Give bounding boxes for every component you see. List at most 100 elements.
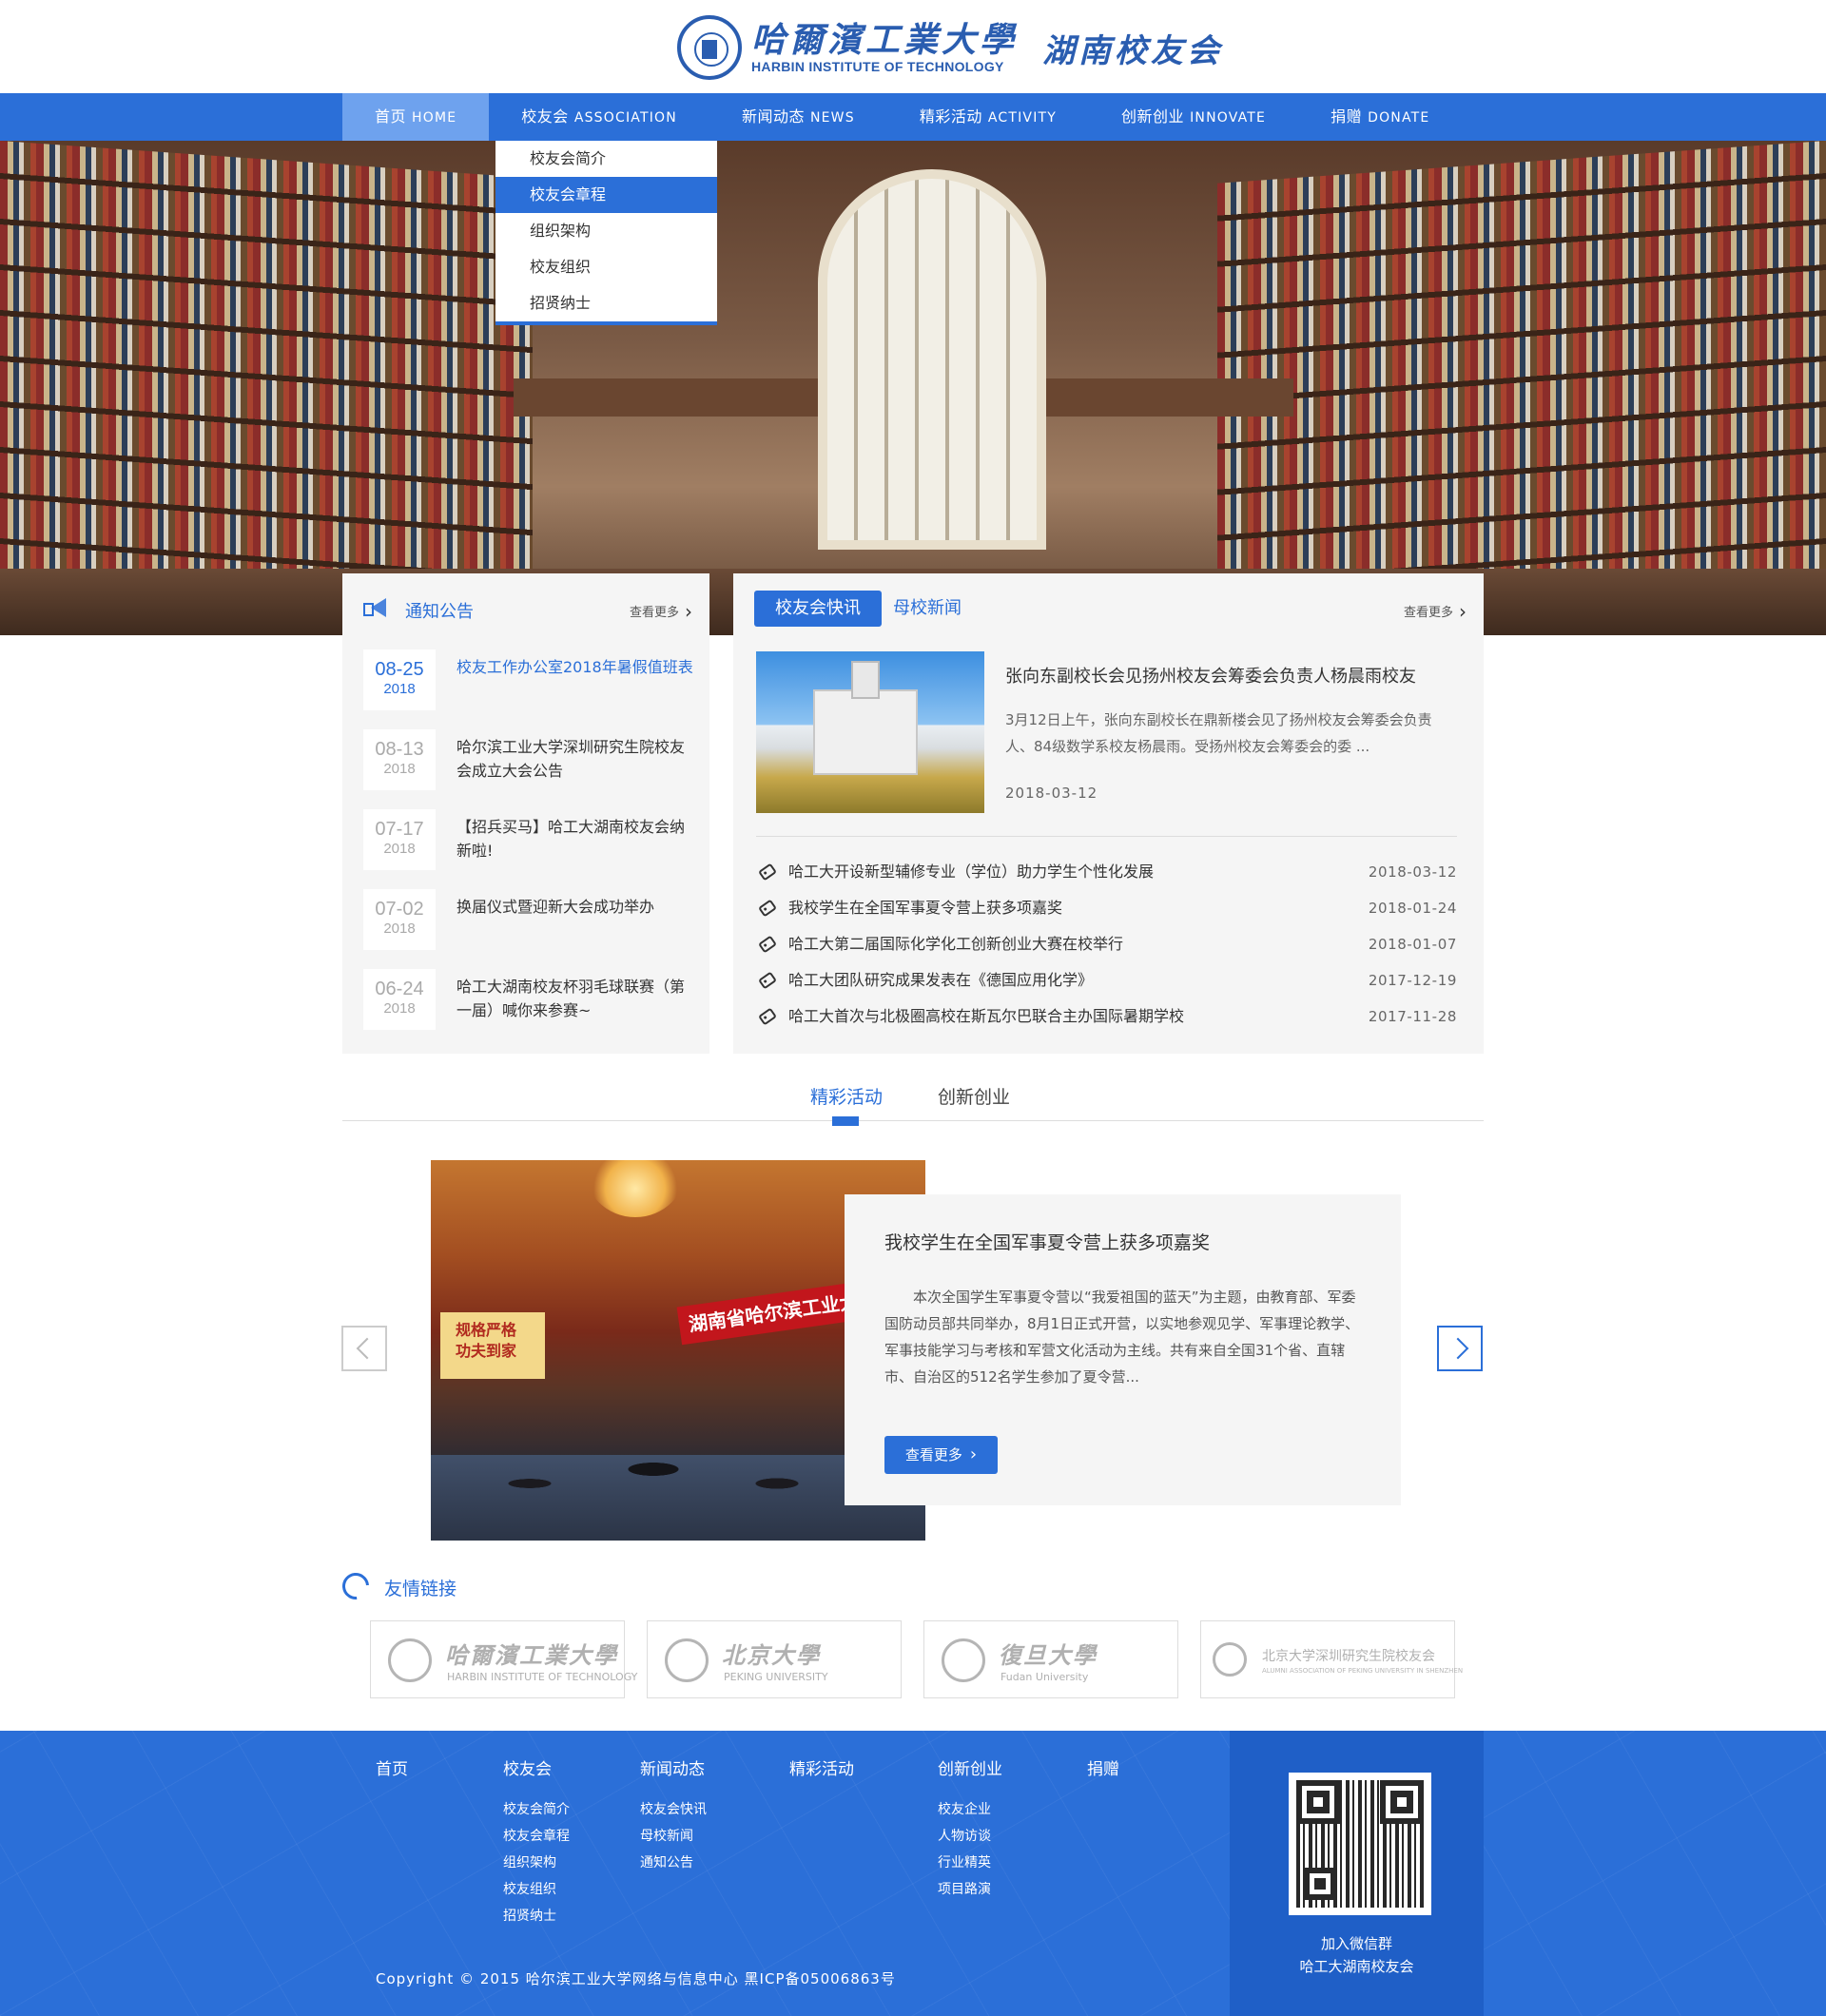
footer-link[interactable]: 校友会简介 [503, 1796, 570, 1823]
activity-desc: 本次全国学生军事夏令营以“我爱祖国的蓝天”为主题，由教育部、军委国防动员部共同举… [884, 1289, 1360, 1386]
news-list-title[interactable]: 哈工大第二届国际化学化工创新创业大赛在校举行 [788, 935, 1123, 953]
dropdown-item-recruit[interactable]: 招贤纳士 [495, 285, 717, 321]
notice-item[interactable]: 07-17 2018 【招兵买马】哈工大湖南校友会纳新啦! [363, 809, 696, 870]
footer-link[interactable]: 校友会快讯 [640, 1796, 707, 1823]
footer-link[interactable]: 项目路演 [938, 1876, 1002, 1903]
tag-icon [758, 935, 777, 954]
footer-head[interactable]: 首页 [376, 1755, 408, 1779]
news-list-title[interactable]: 哈工大开设新型辅修专业（学位）助力学生个性化发展 [788, 863, 1154, 881]
tab-innovate[interactable]: 创新创业 [938, 1083, 1010, 1109]
news-list-title[interactable]: 哈工大首次与北极圈高校在斯瓦尔巴联合主办国际暑期学校 [788, 1007, 1184, 1025]
tab-alumni-news[interactable]: 校友会快讯 [754, 591, 882, 627]
tab-activity[interactable]: 精彩活动 [810, 1083, 883, 1109]
footer-link[interactable]: 通知公告 [640, 1850, 707, 1876]
paperclip-icon [337, 1567, 375, 1605]
nav-label: 捐赠 [1331, 107, 1363, 126]
footer-link[interactable]: 人物访谈 [938, 1823, 1002, 1850]
megaphone-icon [363, 598, 388, 617]
notice-more-link[interactable]: 查看更多 [630, 600, 692, 623]
link-sub: ALUMNI ASSOCIATION OF PEKING UNIVERSITY … [1262, 1667, 1464, 1675]
tag-icon [758, 863, 777, 882]
link-pku-shenzhen[interactable]: 北京大学深圳研究生院校友会 ALUMNI ASSOCIATION OF PEKI… [1200, 1620, 1463, 1698]
notice-date: 07-02 2018 [363, 889, 436, 950]
nav-donate[interactable]: 捐赠 DONATE [1298, 93, 1462, 141]
nav-news[interactable]: 新闻动态 NEWS [709, 93, 887, 141]
news-list-item[interactable]: 我校学生在全国军事夏令营上获多项嘉奖 2018-01-24 [756, 890, 1457, 926]
nav-label-en: HOME [412, 110, 457, 126]
notice-date: 08-13 2018 [363, 729, 436, 790]
dropdown-item-charter[interactable]: 校友会章程 [495, 177, 717, 213]
school-name-en: HARBIN INSTITUTE OF TECHNOLOGY [751, 59, 1004, 74]
dropdown-item-intro[interactable]: 校友会简介 [495, 141, 717, 177]
link-name: 哈爾濱工業大學 [445, 1641, 618, 1669]
activity-more-button[interactable]: 查看更多 [884, 1436, 998, 1474]
link-sub: HARBIN INSTITUTE OF TECHNOLOGY [447, 1671, 638, 1683]
footer-col-association: 校友会 校友会简介 校友会章程 组织架构 校友组织 招贤纳士 [503, 1755, 570, 1929]
activity-title[interactable]: 我校学生在全国军事夏令营上获多项嘉奖 [884, 1229, 1210, 1254]
link-name: 北京大學 [722, 1641, 821, 1669]
bookshelf-left [0, 141, 533, 635]
carousel-next-button[interactable] [1437, 1326, 1483, 1371]
notice-text[interactable]: 哈尔滨工业大学深圳研究生院校友会成立大会公告 [456, 735, 694, 783]
news-list-item[interactable]: 哈工大开设新型辅修专业（学位）助力学生个性化发展 2018-03-12 [756, 854, 1457, 890]
notice-text[interactable]: 校友工作办公室2018年暑假值班表 [456, 655, 694, 679]
notice-item[interactable]: 07-02 2018 换届仪式暨迎新大会成功举办 [363, 889, 696, 950]
news-list-title[interactable]: 哈工大团队研究成果发表在《德国应用化学》 [788, 971, 1093, 989]
dropdown-item-organizations[interactable]: 校友组织 [495, 249, 717, 285]
hero-banner-image [0, 141, 1826, 635]
notice-item[interactable]: 08-25 2018 校友工作办公室2018年暑假值班表 [363, 649, 696, 710]
news-list-title[interactable]: 我校学生在全国军事夏令营上获多项嘉奖 [788, 899, 1062, 917]
footer-link[interactable]: 招贤纳士 [503, 1903, 570, 1929]
notice-text[interactable]: 哈工大湖南校友杯羽毛球联赛（第一届）喊你来参赛~ [456, 975, 694, 1022]
footer-link[interactable]: 母校新闻 [640, 1823, 707, 1850]
arched-window [818, 169, 1046, 550]
footer-head[interactable]: 新闻动态 [640, 1755, 707, 1779]
nav-home[interactable]: 首页 HOME [342, 93, 490, 141]
nav-label: 首页 [375, 107, 407, 126]
news-more-link[interactable]: 查看更多 [1404, 600, 1467, 623]
carousel-prev-button[interactable] [341, 1326, 387, 1371]
main-nav: 首页 HOME 校友会 ASSOCIATION 新闻动态 NEWS 精彩活动 ACTIV… [0, 93, 1826, 141]
featured-news-image[interactable] [756, 651, 984, 813]
footer-link[interactable]: 行业精英 [938, 1850, 1002, 1876]
fudan-logo-icon [942, 1638, 985, 1682]
tab-school-news[interactable]: 母校新闻 [872, 591, 982, 627]
notice-text[interactable]: 换届仪式暨迎新大会成功举办 [456, 895, 694, 919]
footer-head[interactable]: 捐赠 [1087, 1755, 1119, 1779]
notice-text[interactable]: 【招兵买马】哈工大湖南校友会纳新啦! [456, 815, 694, 863]
nav-innovate[interactable]: 创新创业 INNOVATE [1089, 93, 1298, 141]
activity-tabs: 精彩活动 创新创业 [342, 1058, 1484, 1126]
featured-news-title[interactable]: 张向东副校长会见扬州校友会筹委会负责人杨晨雨校友 [1005, 663, 1416, 688]
footer-link[interactable]: 校友企业 [938, 1796, 1002, 1823]
nav-activity[interactable]: 精彩活动 ACTIVITY [887, 93, 1089, 141]
active-tab-indicator [832, 1116, 859, 1126]
news-list-item[interactable]: 哈工大团队研究成果发表在《德国应用化学》 2017-12-19 [756, 962, 1457, 998]
news-list-item[interactable]: 哈工大第二届国际化学化工创新创业大赛在校举行 2018-01-07 [756, 926, 1457, 962]
nav-label: 精彩活动 [919, 107, 982, 126]
notice-item[interactable]: 06-24 2018 哈工大湖南校友杯羽毛球联赛（第一届）喊你来参赛~ [363, 969, 696, 1030]
notice-item[interactable]: 08-13 2018 哈尔滨工业大学深圳研究生院校友会成立大会公告 [363, 729, 696, 790]
footer-link[interactable]: 组织架构 [503, 1850, 570, 1876]
footer-link[interactable]: 校友会章程 [503, 1823, 570, 1850]
qr-panel: 加入微信群 哈工大湖南校友会 [1230, 1731, 1484, 2016]
dropdown-item-structure[interactable]: 组织架构 [495, 213, 717, 249]
news-panel: 校友会快讯 母校新闻 查看更多 张向东副校长会见扬州校友会筹委会负责人杨晨雨校友… [733, 573, 1484, 1054]
news-list-item[interactable]: 哈工大首次与北极圈高校在斯瓦尔巴联合主办国际暑期学校 2017-11-28 [756, 998, 1457, 1035]
tower [851, 661, 880, 699]
news-list-date: 2017-11-28 [1368, 1008, 1457, 1025]
link-pku[interactable]: 北京大學 PEKING UNIVERSITY [647, 1620, 902, 1698]
footer-head[interactable]: 精彩活动 [789, 1755, 854, 1779]
qr-caption-line2: 哈工大湖南校友会 [1299, 1958, 1414, 1975]
footer-head[interactable]: 校友会 [503, 1755, 570, 1779]
link-sub: Fudan University [1000, 1671, 1089, 1683]
link-fudan[interactable]: 復旦大學 Fudan University [923, 1620, 1178, 1698]
nav-association[interactable]: 校友会 ASSOCIATION [489, 93, 709, 141]
footer-head[interactable]: 创新创业 [938, 1755, 1002, 1779]
news-list-date: 2017-12-19 [1368, 972, 1457, 989]
link-hit[interactable]: 哈爾濱工業大學 HARBIN INSTITUTE OF TECHNOLOGY [370, 1620, 637, 1698]
nav-label: 新闻动态 [741, 107, 805, 126]
footer-link[interactable]: 校友组织 [503, 1876, 570, 1903]
logo[interactable]: 哈爾濱工業大學 HARBIN INSTITUTE OF TECHNOLOGY 湖… [677, 15, 1223, 80]
link-name: 北京大学深圳研究生院校友会 [1262, 1649, 1435, 1664]
wechat-qr-code [1289, 1773, 1431, 1915]
